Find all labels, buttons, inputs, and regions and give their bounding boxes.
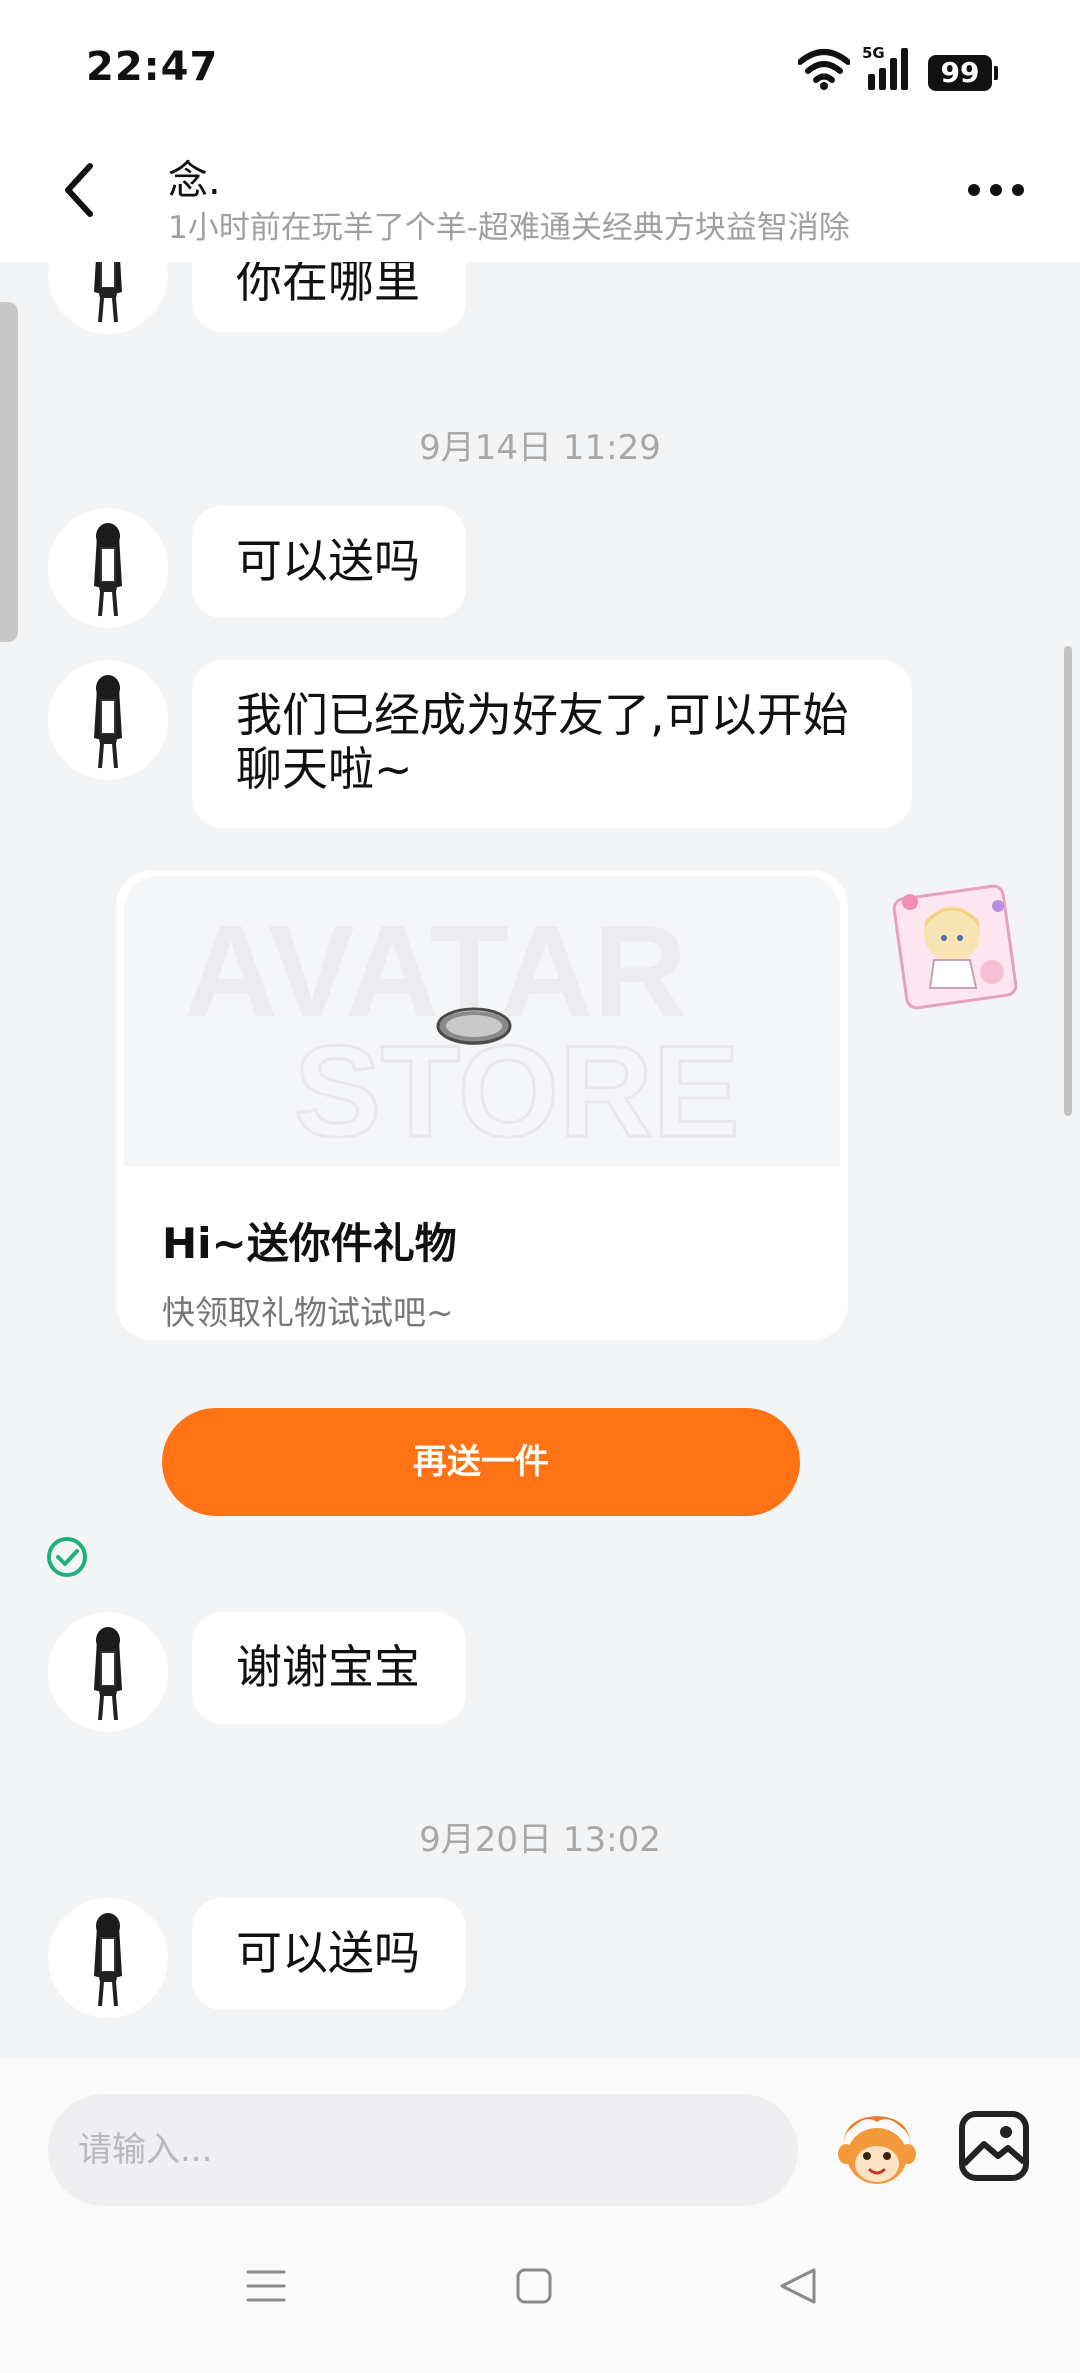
girl-figure-icon — [94, 262, 122, 323]
contact-avatar[interactable] — [48, 1898, 168, 2018]
sticker-icon[interactable] — [832, 2104, 922, 2194]
status-time: 22:47 — [86, 44, 219, 90]
nav-back-icon[interactable] — [776, 2264, 820, 2308]
read-check-icon — [47, 1537, 87, 1577]
gift-preview-image: AVATAR STORE — [184, 898, 741, 1166]
message-timestamp: 9月14日 11:29 — [419, 428, 661, 468]
message-bubble[interactable]: 可以送吗 — [192, 1898, 466, 2010]
message-bubble[interactable]: 我们已经成为好友了,可以开始 聊天啦~ — [192, 660, 912, 828]
contact-activity-status: 1小时前在玩羊了个羊-超难通关经典方块益智消除 — [168, 210, 850, 246]
image-icon[interactable] — [958, 2110, 1030, 2182]
message-text-line: 聊天啦~ — [236, 742, 413, 796]
girl-figure-icon — [94, 1913, 122, 2007]
more-icon[interactable] — [966, 178, 1026, 202]
contact-avatar[interactable] — [48, 508, 168, 628]
chat-header: 念. 1小时前在玩羊了个羊-超难通关经典方块益智消除 — [0, 130, 1080, 262]
contact-avatar[interactable] — [48, 660, 168, 780]
gift-subtitle: 快领取礼物试试吧~ — [162, 1293, 454, 1332]
girl-figure-icon — [94, 523, 122, 617]
status-bar: 22:47 5G 99 — [0, 0, 1080, 130]
message-bubble[interactable]: 谢谢宝宝 — [192, 1612, 466, 1724]
network-label: 5G — [862, 44, 885, 62]
girl-figure-icon — [94, 675, 122, 769]
battery-indicator: 99 — [928, 55, 998, 91]
my-avatar[interactable] — [880, 862, 1030, 1012]
wifi-icon — [798, 49, 850, 90]
message-bubble[interactable]: 你在哪里 — [192, 262, 466, 332]
message-text-line: 我们已经成为好友了,可以开始 — [236, 688, 849, 742]
system-nav-bar — [0, 2228, 1080, 2373]
scrollbar[interactable] — [1064, 646, 1072, 1116]
back-icon[interactable] — [58, 160, 102, 220]
watermark-store: STORE — [294, 1018, 739, 1164]
gift-image[interactable]: AVATAR STORE — [124, 876, 840, 1166]
recent-apps-icon[interactable] — [246, 2266, 286, 2306]
message-text: 可以送吗 — [236, 1926, 420, 1980]
message-timestamp: 9月20日 13:02 — [419, 1820, 661, 1860]
girl-figure-icon — [94, 1627, 122, 1721]
signal-icon: 5G — [862, 44, 908, 90]
message-text: 谢谢宝宝 — [236, 1640, 420, 1694]
input-bar — [0, 2058, 1080, 2228]
side-drawer-handle[interactable] — [0, 302, 18, 642]
contact-avatar[interactable] — [48, 1612, 168, 1732]
gift-title: Hi~送你件礼物 — [162, 1219, 457, 1268]
contact-name[interactable]: 念. — [168, 148, 221, 206]
message-input[interactable] — [48, 2094, 798, 2206]
message-text: 可以送吗 — [236, 534, 420, 588]
message-bubble[interactable]: 可以送吗 — [192, 506, 466, 618]
contact-avatar[interactable] — [48, 262, 168, 334]
send-another-gift-button[interactable]: 再送一件 — [162, 1408, 800, 1516]
home-icon[interactable] — [514, 2266, 554, 2306]
message-text: 你在哪里 — [236, 262, 420, 308]
message-list[interactable]: 你在哪里 9月14日 11:29 可以送吗 我们已经成为好友了,可以开始 聊天啦… — [0, 262, 1080, 2058]
